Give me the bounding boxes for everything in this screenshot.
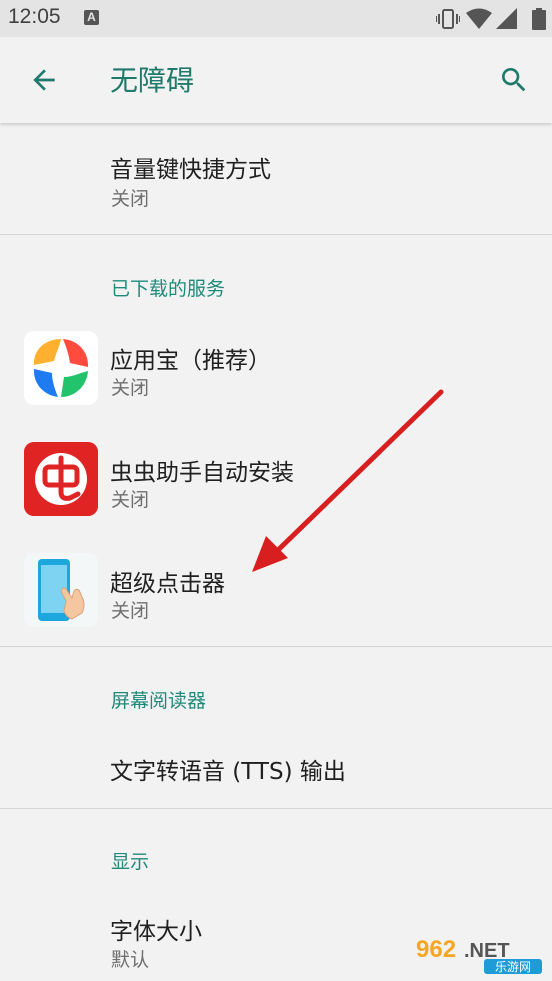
arrow-back-icon	[33, 69, 55, 91]
divider	[0, 808, 552, 809]
watermark-logo: 962 .NET 乐游网	[414, 933, 544, 975]
status-time: 12:05	[8, 5, 61, 28]
vibrate-icon	[436, 9, 460, 29]
chongchong-icon	[24, 442, 98, 516]
service-title: 虫虫助手自动安装	[110, 460, 294, 486]
search-icon	[502, 68, 526, 92]
section-header-downloaded: 已下载的服务	[111, 278, 226, 300]
section-header-screen-reader: 屏幕阅读器	[111, 690, 207, 712]
status-bar: 12:05 A	[0, 0, 552, 37]
search-button[interactable]	[498, 64, 530, 96]
watermark-caption: 乐游网	[495, 960, 531, 974]
service-status: 关闭	[111, 377, 150, 399]
notification-icon: A	[84, 10, 99, 25]
divider	[0, 234, 552, 235]
back-button[interactable]	[28, 64, 60, 96]
battery-icon	[532, 8, 546, 30]
font-size-title: 字体大小	[110, 919, 202, 945]
font-size-status: 默认	[111, 949, 150, 971]
section-header-display: 显示	[111, 851, 150, 873]
yingyongbao-icon	[24, 331, 98, 405]
tts-output-title: 文字转语音 (TTS) 输出	[110, 759, 346, 785]
watermark-suffix: .NET	[464, 940, 510, 962]
divider	[0, 646, 552, 647]
service-status: 关闭	[111, 600, 150, 622]
service-item-chongchong[interactable]: 虫虫助手自动安装 关闭	[0, 432, 552, 544]
volume-shortcut-title: 音量键快捷方式	[110, 157, 271, 183]
volume-shortcut-item[interactable]: 音量键快捷方式 关闭	[0, 124, 552, 234]
page-title: 无障碍	[110, 64, 195, 97]
app-bar: 无障碍	[0, 37, 552, 123]
wifi-icon	[466, 8, 492, 29]
service-item-super-clicker[interactable]: 超级点击器 关闭	[0, 544, 552, 646]
tts-output-item[interactable]: 文字转语音 (TTS) 输出	[0, 726, 552, 808]
service-title: 超级点击器	[110, 571, 225, 597]
service-item-yingyongbao[interactable]: 应用宝（推荐） 关闭	[0, 320, 552, 432]
volume-shortcut-status: 关闭	[111, 188, 150, 210]
service-title: 应用宝（推荐）	[110, 348, 271, 374]
signal-icon	[496, 8, 517, 29]
service-status: 关闭	[111, 489, 150, 511]
super-clicker-icon	[24, 553, 98, 627]
watermark-number: 962	[416, 936, 456, 963]
